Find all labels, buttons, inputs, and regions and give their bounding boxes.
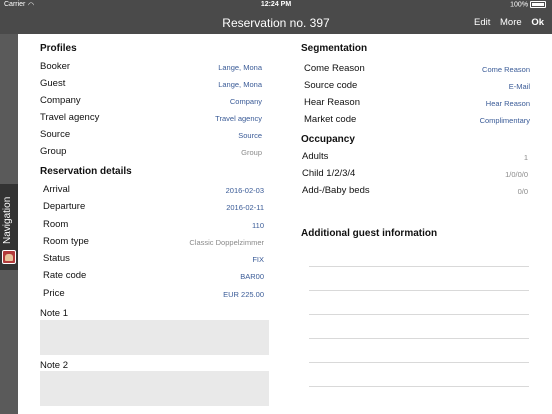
reservation-row-arrival[interactable]: Arrival 2016-02-03 [43,182,264,199]
text-line [309,362,529,363]
note-2-label: Note 2 [40,360,68,371]
segmentation-row-source-code[interactable]: Source code E-Mail [304,78,530,95]
edit-button[interactable]: Edit [474,17,490,28]
row-value[interactable]: Classic Doppelzimmer [189,238,264,247]
row-label: Add-/Baby beds [302,185,370,196]
row-value[interactable]: Come Reason [482,65,530,74]
reservation-row-price[interactable]: Price EUR 225.00 [43,286,264,303]
row-value[interactable]: Source [238,131,262,140]
occupancy-row-beds[interactable]: Add-/Baby beds 0/0 [302,183,528,200]
segmentation-row-come-reason[interactable]: Come Reason Come Reason [304,61,530,78]
battery-indicator: 100% [510,1,546,8]
text-line [309,266,529,267]
profile-row-source[interactable]: Source Source [40,127,262,144]
ok-button[interactable]: Ok [531,17,544,28]
row-label: Room type [43,236,89,247]
row-value[interactable]: Lange, Mona [218,80,262,89]
row-value[interactable]: 110 [252,221,264,230]
row-value[interactable]: Travel agency [215,114,262,123]
row-label: Come Reason [304,63,365,74]
row-label: Booker [40,61,71,72]
reservation-row-room-type[interactable]: Room type Classic Doppelzimmer [43,234,264,251]
battery-icon [530,1,546,8]
text-line [309,338,529,339]
profile-row-travel-agency[interactable]: Travel agency Travel agency [40,110,262,127]
row-label: Group [40,146,67,157]
app-avatar-icon[interactable] [2,250,16,264]
row-label: Rate code [43,270,87,281]
navigation-tab[interactable]: Navigation [0,184,18,270]
row-label: Arrival [43,184,70,195]
row-label: Guest [40,78,66,89]
profile-row-company[interactable]: Company Company [40,93,262,110]
row-value[interactable]: 2016-02-11 [226,203,264,212]
row-label: Company [40,95,81,106]
occupancy-row-children[interactable]: Child 1/2/3/4 1/0/0/0 [302,166,528,183]
segmentation-row-hear-reason[interactable]: Hear Reason Hear Reason [304,95,530,112]
row-value[interactable]: BAR00 [240,272,264,281]
row-value[interactable]: EUR 225.00 [223,290,264,299]
segmentation-title: Segmentation [301,43,368,54]
reservation-row-room[interactable]: Room 110 [43,217,264,234]
reservation-row-departure[interactable]: Departure 2016-02-11 [43,199,264,216]
row-label: Adults [302,151,329,162]
row-value[interactable]: 0/0 [518,187,528,196]
segmentation-row-market-code[interactable]: Market code Complimentary [304,112,530,129]
profiles-title: Profiles [40,43,77,54]
row-value[interactable]: E-Mail [509,82,530,91]
row-label: Status [43,253,70,264]
note-1-field[interactable] [40,320,269,355]
note-1-label: Note 1 [40,308,68,319]
row-label: Market code [304,114,357,125]
navigation-bar: Reservation no. 397 Edit More Ok [0,11,552,34]
profile-row-group[interactable]: Group Group [40,144,262,161]
row-label: Child 1/2/3/4 [302,168,356,179]
row-label: Travel agency [40,112,100,123]
text-line [309,386,529,387]
side-panel: Navigation [0,34,18,414]
row-label: Price [43,288,65,299]
occupancy-row-adults[interactable]: Adults 1 [302,149,528,166]
row-label: Departure [43,201,86,212]
row-value[interactable]: Lange, Mona [218,63,262,72]
battery-percent: 100% [510,1,529,9]
reservation-content: Profiles Booker Lange, Mona Guest Lange,… [18,34,552,414]
row-label: Hear Reason [304,97,360,108]
nav-actions: Edit More Ok [467,17,544,28]
row-label: Source [40,129,71,140]
row-value[interactable]: 2016-02-03 [226,186,264,195]
row-value[interactable]: 1/0/0/0 [505,170,528,179]
profile-row-guest[interactable]: Guest Lange, Mona [40,76,262,93]
reservation-details-title: Reservation details [40,166,132,177]
additional-guest-info-title: Additional guest information [301,228,438,239]
reservation-row-rate-code[interactable]: Rate code BAR00 [43,268,264,285]
row-label: Source code [304,80,358,91]
profile-row-booker[interactable]: Booker Lange, Mona [40,59,262,76]
row-value[interactable]: Company [230,97,262,106]
row-value[interactable]: Hear Reason [486,99,530,108]
row-value[interactable]: FIX [252,255,264,264]
more-button[interactable]: More [500,17,522,28]
row-label: Room [43,219,69,230]
status-bar: Carrier ◠ 12:24 PM 100% [0,0,552,11]
row-value[interactable]: 1 [524,153,528,162]
text-line [309,290,529,291]
row-value[interactable]: Group [241,148,262,157]
reservation-row-status[interactable]: Status FIX [43,251,264,268]
text-line [309,314,529,315]
status-time: 12:24 PM [260,1,292,8]
row-value[interactable]: Complimentary [480,116,530,125]
occupancy-title: Occupancy [301,134,355,145]
navigation-tab-label: Navigation [2,196,13,244]
note-2-field[interactable] [40,371,269,406]
